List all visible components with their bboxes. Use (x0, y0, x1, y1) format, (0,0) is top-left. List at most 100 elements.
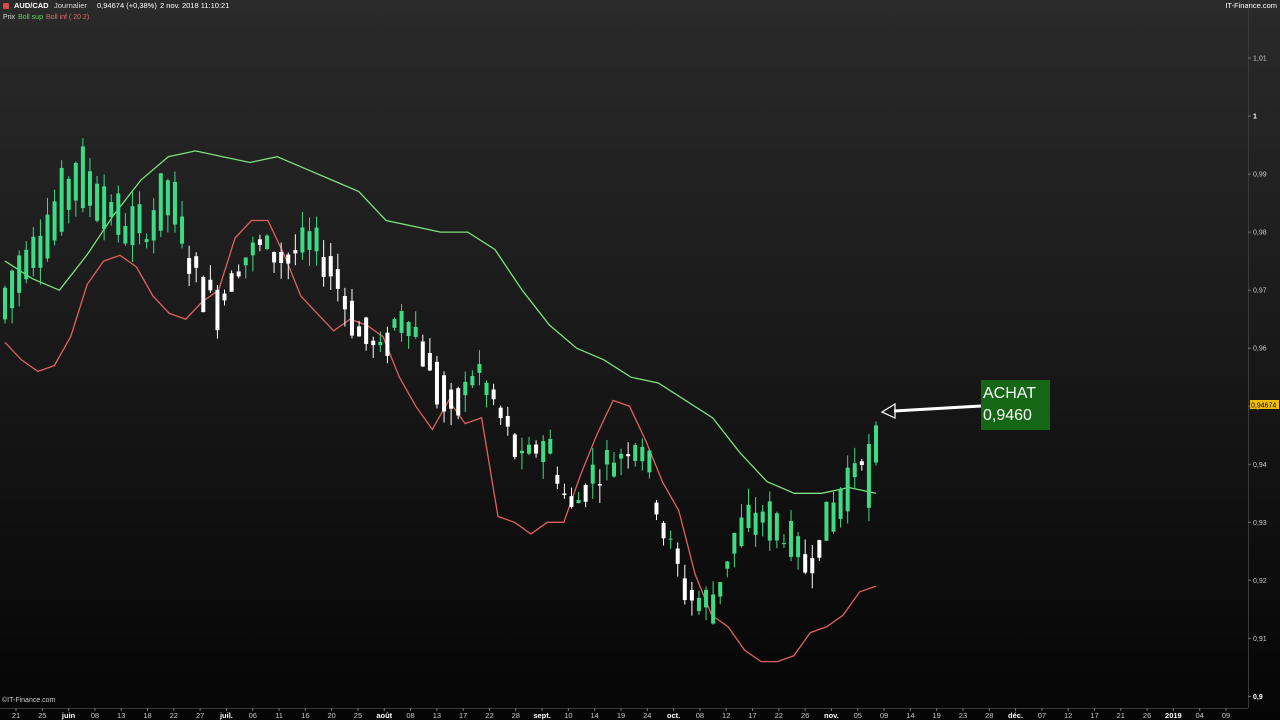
candle-body (718, 582, 723, 597)
candle-body (576, 500, 581, 504)
candle-body (682, 578, 687, 601)
candle-body (562, 493, 567, 496)
candle-body (399, 311, 404, 333)
candle-body (45, 214, 50, 259)
candle-body (746, 504, 751, 528)
candle-body (859, 461, 864, 465)
x-tick-label: 08 (696, 711, 704, 720)
candle-body (696, 597, 701, 612)
x-tick-label: 17 (459, 711, 467, 720)
candle-body (789, 520, 794, 557)
candle-body (796, 536, 801, 558)
boll-inf-line (4, 219, 877, 663)
candle-body (824, 501, 829, 541)
x-axis-ticks: 21 25 juin 08 13 18 22 27 juil. 06 11 16 20 25 août 08 1… (12, 708, 1230, 720)
candle-body (611, 462, 616, 477)
buy-annotation: ACHAT 0,9460 (880, 380, 1050, 430)
x-tick-label: 21 (12, 711, 20, 720)
candle-body (590, 464, 595, 484)
candle-body (760, 511, 765, 523)
x-tick-label: oct. (667, 711, 680, 720)
candle-body (272, 251, 277, 263)
x-tick-label: 27 (196, 711, 204, 720)
last-price-label: 0,94674 (1251, 403, 1276, 410)
candle-body (753, 512, 758, 535)
candle-body (548, 438, 553, 454)
candle-body (243, 257, 248, 266)
y-axis-ticks: 1,0110,990,980,970,960,950,940,930,920,9… (1248, 56, 1267, 701)
x-tick-label: 05 (854, 711, 862, 720)
x-tick-label: 06 (249, 711, 257, 720)
copyright: ©IT-Finance.com (2, 697, 56, 704)
candle-body (704, 589, 709, 608)
candle-body (222, 293, 227, 301)
candle-body (831, 502, 836, 532)
candle-body (534, 444, 539, 454)
candle-body (781, 543, 786, 545)
y-tick-label: 0,9 (1253, 694, 1263, 701)
candle-body (767, 501, 772, 541)
candle-body (102, 186, 107, 230)
candle-body (413, 326, 418, 337)
price-chart[interactable]: 1,0110,990,980,970,960,950,940,930,920,9… (0, 0, 1280, 720)
candle-body (838, 488, 843, 519)
candle-body (307, 231, 312, 250)
candle-body (803, 554, 808, 573)
candle-body (371, 340, 376, 346)
candle-body (123, 226, 128, 244)
candle-body (300, 227, 305, 253)
candle-body (59, 167, 64, 232)
candle-body (668, 538, 673, 540)
candle-body (215, 289, 220, 331)
candle-body (144, 239, 149, 243)
candle-body (427, 353, 432, 371)
candle-body (73, 162, 78, 201)
x-tick-label: 17 (1090, 711, 1098, 720)
candle-body (229, 273, 234, 292)
candle-body (321, 257, 326, 277)
x-tick-label: 28 (985, 711, 993, 720)
candle-body (845, 467, 850, 512)
annotation-arrow-icon (880, 402, 896, 419)
candle-body (328, 256, 333, 277)
candle-body (236, 271, 241, 277)
x-tick-label: 07 (1038, 711, 1046, 720)
candle-body (335, 269, 340, 289)
bollinger-bands (4, 150, 877, 663)
x-tick-label: sept. (533, 711, 551, 720)
candle-body (172, 181, 177, 225)
y-tick-label: 0,91 (1253, 636, 1267, 643)
candle-body (569, 496, 574, 507)
candle-body (257, 239, 262, 245)
y-tick-label: 0,94 (1253, 462, 1267, 469)
y-tick-label: 0,96 (1253, 346, 1267, 353)
x-tick-label: 09 (880, 711, 888, 720)
x-tick-label: 11 (275, 711, 283, 720)
candle-body (810, 557, 815, 574)
candle-body (456, 388, 461, 416)
candle-body (442, 375, 447, 412)
x-tick-label: 19 (932, 711, 940, 720)
candle-body (87, 171, 92, 206)
candle-body (420, 341, 425, 367)
boll-sup-line (4, 150, 877, 494)
candle-body (201, 276, 206, 313)
candle-body (541, 441, 546, 463)
x-tick-label: 08 (91, 711, 99, 720)
candle-body (647, 450, 652, 473)
x-tick-label: 19 (617, 711, 625, 720)
candle-body (852, 463, 857, 478)
candle-body (711, 594, 716, 624)
candle-body (250, 242, 255, 256)
candle-body (689, 589, 694, 601)
candle-body (774, 513, 779, 541)
x-tick-label: 22 (485, 711, 493, 720)
y-tick-label: 1 (1253, 114, 1257, 121)
candle-body (498, 407, 503, 419)
candle-body (286, 254, 291, 264)
x-tick-label: 12 (722, 711, 730, 720)
candle-body (512, 434, 517, 457)
candle-body (491, 389, 496, 400)
candle-body (619, 453, 624, 459)
candle-body (527, 444, 532, 454)
